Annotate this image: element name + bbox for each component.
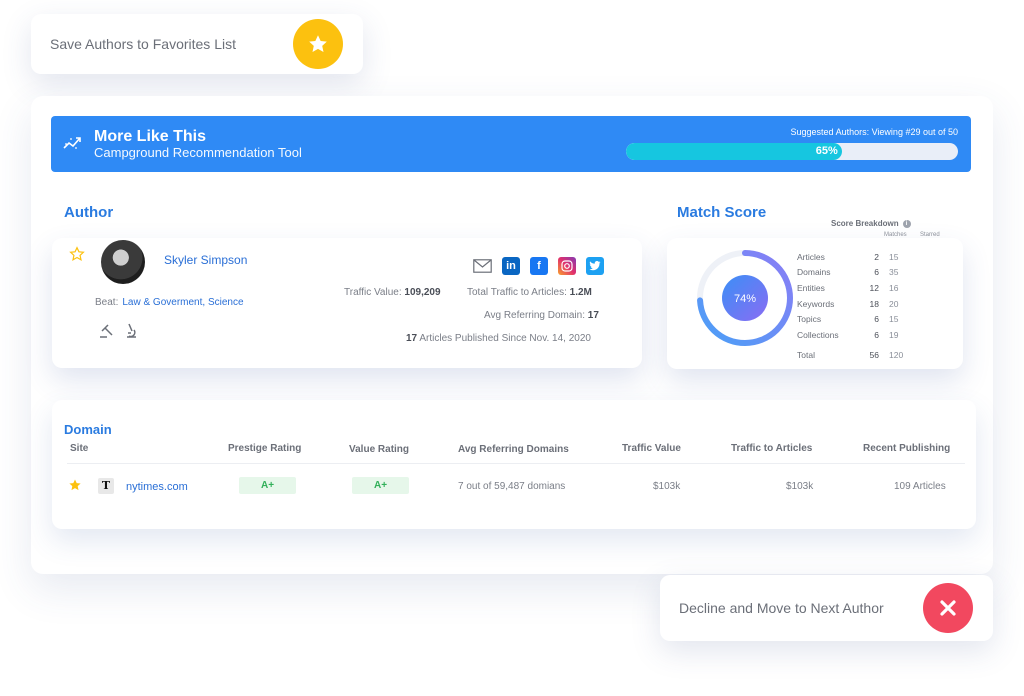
favorite-star-icon[interactable] <box>69 246 85 262</box>
col-prestige-rating: Prestige Rating <box>228 443 302 454</box>
breakdown-starred: 19 <box>889 329 899 340</box>
breakdown-row: Keywords 18 20 <box>797 296 937 312</box>
match-score-section-title: Match Score <box>677 204 767 221</box>
breakdown-starred: 35 <box>889 267 899 278</box>
gavel-icon <box>100 324 113 338</box>
breakdown-matches: 6 <box>874 329 879 340</box>
starred-icon[interactable] <box>68 478 82 492</box>
beat-value[interactable]: Law & Goverment, Science <box>122 297 243 308</box>
breakdown-row: Articles 2 15 <box>797 249 937 265</box>
facebook-icon[interactable]: f <box>530 257 548 275</box>
traffic-to-articles-cell: $103k <box>786 481 814 492</box>
breakdown-name: Total <box>797 350 815 361</box>
value-rating-badge: A+ <box>352 477 409 494</box>
breakdown-name: Keywords <box>797 298 835 309</box>
beat-icons <box>99 322 139 338</box>
col-value-rating: Value Rating <box>349 444 410 455</box>
email-icon[interactable] <box>473 259 492 273</box>
breakdown-matches: 6 <box>874 267 879 278</box>
save-favorite-button[interactable] <box>293 19 343 69</box>
nytimes-logo-icon: T <box>98 478 114 494</box>
breakdown-name: Entities <box>797 282 825 293</box>
info-icon[interactable]: i <box>902 219 911 228</box>
banner-subtitle: Campground Recommendation Tool <box>94 145 302 160</box>
decline-label: Decline and Move to Next Author <box>679 600 884 616</box>
author-card: Skyler Simpson Beat: Law & Goverment, Sci… <box>52 238 642 368</box>
breakdown-matches: 56 <box>869 350 879 361</box>
col-traffic-to-articles: Traffic to Articles <box>731 443 813 454</box>
close-icon <box>940 600 956 616</box>
breakdown-matches: 12 <box>869 282 879 293</box>
col-starred: Starred <box>920 232 940 238</box>
match-score-value: 74% <box>734 293 756 305</box>
breakdown-starred: 20 <box>889 298 899 309</box>
breakdown-row: Domains 6 35 <box>797 265 937 281</box>
social-links: in f <box>473 257 604 275</box>
author-name[interactable]: Skyler Simpson <box>164 253 247 267</box>
linkedin-icon[interactable]: in <box>502 257 520 275</box>
save-authors-label: Save Authors to Favorites List <box>50 36 236 52</box>
breakdown-total-row: Total 56 120 <box>797 348 937 364</box>
score-breakdown-table: Articles 2 15 Domains 6 35 Entities 12 16 Keyword… <box>797 249 937 363</box>
breakdown-starred: 120 <box>889 350 904 361</box>
avg-referring-domain-stat: Avg Referring Domain: 17 <box>484 310 599 321</box>
breakdown-name: Topics <box>797 314 822 325</box>
recent-publishing-cell: 109 Articles <box>894 481 946 492</box>
domain-card: Domain Site Prestige Rating Value Rating… <box>52 400 976 529</box>
save-authors-card: Save Authors to Favorites List <box>31 14 363 74</box>
author-section-title: Author <box>64 204 114 221</box>
traffic-articles-stat: Total Traffic to Articles: 1.2M <box>467 287 592 298</box>
site-link[interactable]: nytimes.com <box>126 481 188 493</box>
breakdown-starred: 15 <box>889 314 899 325</box>
progress-bar: 65% <box>626 143 958 160</box>
author-beat: Beat: Law & Goverment, Science <box>95 297 244 308</box>
col-matches: Matches <box>884 232 907 238</box>
header-divider <box>67 463 965 464</box>
avatar <box>101 240 145 284</box>
articles-published-stat: 17 Articles Published Since Nov. 14, 202… <box>406 333 591 344</box>
col-traffic-value: Traffic Value <box>622 443 681 454</box>
banner-title: More Like This <box>94 128 207 145</box>
col-site: Site <box>70 443 89 454</box>
trending-icon <box>63 137 81 149</box>
prestige-rating-badge: A+ <box>239 477 296 494</box>
breakdown-starred: 15 <box>889 251 899 262</box>
suggested-authors-status: Suggested Authors: Viewing #29 out of 50 <box>790 127 958 137</box>
breakdown-name: Domains <box>797 267 831 278</box>
breakdown-starred: 16 <box>889 282 899 293</box>
breakdown-row: Entities 12 16 <box>797 280 937 296</box>
recommendation-banner: More Like This Campground Recommendation… <box>51 116 971 172</box>
star-icon <box>309 35 327 52</box>
beat-label: Beat: <box>95 297 119 308</box>
traffic-value-stat: Traffic Value: 109,209 <box>344 287 441 298</box>
breakdown-row: Collections 6 19 <box>797 327 937 343</box>
instagram-icon[interactable] <box>558 257 576 275</box>
breakdown-matches: 2 <box>874 251 879 262</box>
decline-button[interactable] <box>923 583 973 633</box>
decline-card: Decline and Move to Next Author <box>660 575 993 641</box>
col-avg-referring-domains: Avg Referring Domains <box>458 444 569 455</box>
breakdown-row: Topics 6 15 <box>797 311 937 327</box>
breakdown-name: Articles <box>797 251 825 262</box>
traffic-value-cell: $103k <box>653 481 681 492</box>
breakdown-matches: 6 <box>874 314 879 325</box>
progress-label: 65% <box>815 145 838 157</box>
match-score-donut: 74% <box>697 250 793 346</box>
score-breakdown-title: Score Breakdown i <box>831 219 911 228</box>
avg-referring-domains-value: 7 out of 59,487 domians <box>458 481 566 492</box>
breakdown-matches: 18 <box>869 298 879 309</box>
col-recent-publishing: Recent Publishing <box>863 443 951 454</box>
microscope-icon <box>127 323 136 338</box>
twitter-icon[interactable] <box>586 257 604 275</box>
breakdown-name: Collections <box>797 329 839 340</box>
domain-section-title: Domain <box>64 422 112 437</box>
